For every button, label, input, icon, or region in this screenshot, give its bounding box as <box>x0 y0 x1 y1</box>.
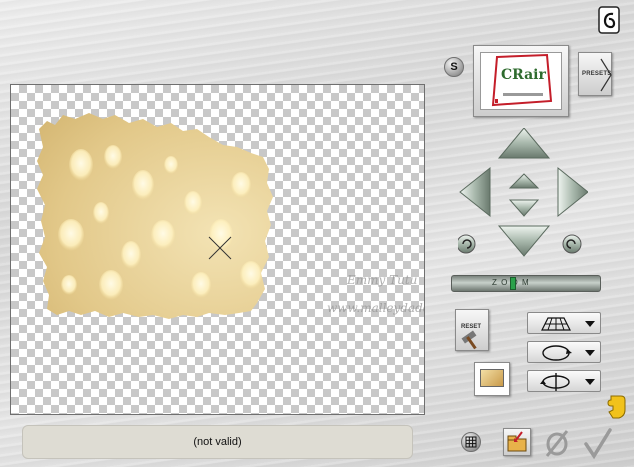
center-up-button[interactable] <box>508 173 540 189</box>
reset-button[interactable]: RESET <box>455 309 489 351</box>
axis-rotate-icon <box>540 373 570 391</box>
presets-arrow-icon <box>600 58 612 92</box>
grid-toggle-button[interactable] <box>461 432 481 452</box>
preview-image <box>37 113 273 319</box>
rotate-right-button[interactable] <box>562 234 582 254</box>
status-bar: (not valid) <box>22 425 413 459</box>
rotation-mode-dropdown[interactable] <box>527 341 601 363</box>
pan-right-button[interactable] <box>557 166 588 218</box>
image-preview-button[interactable] <box>474 362 510 396</box>
zoom-slider[interactable]: Z O O M <box>451 275 601 292</box>
preview-canvas[interactable]: Emmy Tutu www.malleydaddy.eu <box>10 84 425 415</box>
chevron-down-icon <box>585 379 595 385</box>
preset-thumbnail[interactable]: CRair <box>473 45 569 117</box>
cancel-button[interactable] <box>542 428 572 458</box>
ok-checkmark-button[interactable] <box>583 428 613 460</box>
pointing-hand-icon <box>607 395 626 419</box>
app-logo-icon <box>598 6 620 34</box>
presets-button[interactable]: PRESETS <box>578 52 612 96</box>
navigation-pad <box>458 128 588 257</box>
status-text: (not valid) <box>193 436 242 448</box>
chevron-down-icon <box>585 350 595 356</box>
axis-mode-dropdown[interactable] <box>527 370 601 392</box>
image-preview-icon <box>480 369 504 387</box>
rotate-circle-icon <box>542 345 572 361</box>
watermark-line-2: www.malleydaddy.eu <box>327 301 424 315</box>
grid-plane-icon <box>541 317 571 331</box>
s-button-label: S <box>450 61 458 73</box>
grid-mode-dropdown[interactable] <box>527 312 601 334</box>
chevron-down-icon <box>585 321 595 327</box>
pan-left-button[interactable] <box>459 166 491 218</box>
rotate-left-button[interactable] <box>458 234 476 254</box>
grid-icon <box>465 436 477 448</box>
preset-thumb-text: CRair <box>501 67 546 83</box>
folder-arrow-icon <box>507 431 527 452</box>
pan-up-button[interactable] <box>497 128 551 159</box>
hammer-icon <box>461 330 477 350</box>
preset-preview-image: CRair <box>480 52 562 110</box>
pan-down-button[interactable] <box>497 225 551 257</box>
open-folder-button[interactable] <box>503 428 531 456</box>
zoom-thumb[interactable] <box>510 277 516 290</box>
center-down-button[interactable] <box>508 199 540 217</box>
watermark-line-1: Emmy Tutu <box>347 273 418 287</box>
s-button[interactable]: S <box>444 57 464 77</box>
